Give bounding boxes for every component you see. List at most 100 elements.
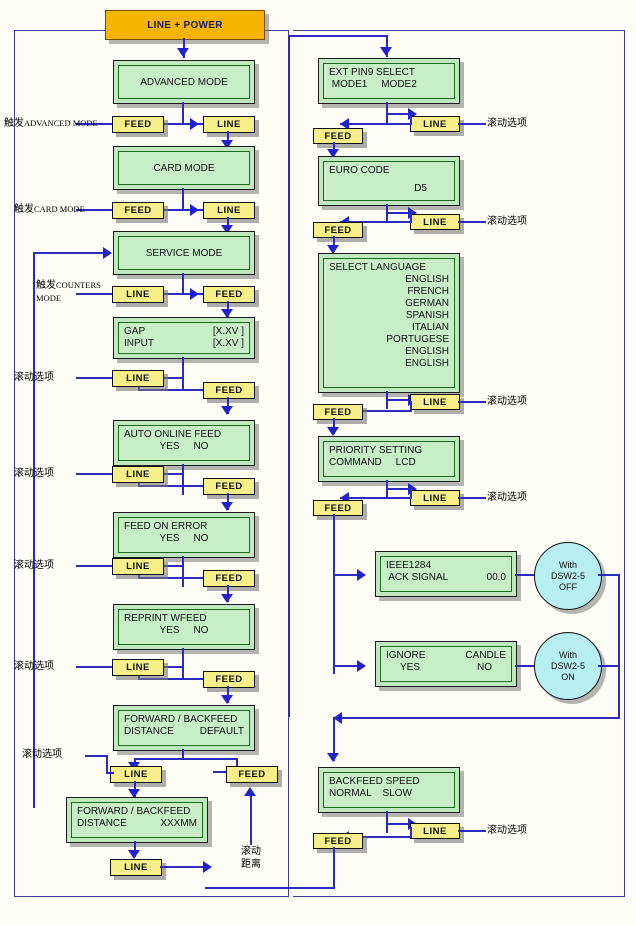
key-label: FEED bbox=[215, 481, 243, 492]
lcd-forward-backfeed-default: FORWARD / BACKFEED DISTANCE DEFAULT bbox=[113, 705, 255, 751]
extpin9-line1: EXT PIN9 SELECT bbox=[329, 67, 415, 78]
key-line-backfeed[interactable]: LINE bbox=[410, 823, 460, 839]
reprint-line1: REPRINT WFEED bbox=[124, 613, 207, 624]
key-line-feed-on-error[interactable]: LINE bbox=[112, 558, 164, 575]
connector-scroll-gap bbox=[76, 377, 112, 379]
label-scroll-options-language: 滚动选项 bbox=[487, 395, 527, 408]
priority-line1: PRIORITY SETTING bbox=[329, 445, 423, 456]
gap-line1-right: [X.XV ] bbox=[212, 326, 244, 337]
scroll-options-text: 滚动选项 bbox=[487, 216, 527, 227]
fwdback-distance-line2-right: XXXMM bbox=[160, 818, 197, 829]
start-line-power: LINE + POWER bbox=[105, 10, 265, 40]
key-feed-service[interactable]: FEED bbox=[203, 286, 255, 303]
key-label: LINE bbox=[126, 561, 150, 572]
connector-feed-branch-v bbox=[333, 514, 335, 674]
label-scroll-options-extpin9: 滚动选项 bbox=[487, 117, 527, 130]
key-feed-fwdback[interactable]: FEED bbox=[226, 766, 278, 783]
flowchart-canvas: LINE + POWER ADVANCED MODE FEED LINE 触发A… bbox=[0, 0, 636, 925]
feed-on-error-line2: YES NO bbox=[159, 533, 209, 544]
arrow-right-service-feed bbox=[190, 288, 199, 300]
key-feed-extpin9[interactable]: FEED bbox=[313, 128, 363, 144]
arrow-down-to-fwdback bbox=[221, 695, 233, 704]
fwdback-default-line1: FORWARD / BACKFEED bbox=[124, 714, 238, 725]
ignore-line2-right: NO bbox=[477, 662, 492, 673]
scroll-options-text: 滚动选项 bbox=[14, 372, 54, 383]
language-option: FRENCH bbox=[407, 286, 449, 297]
key-feed-card[interactable]: FEED bbox=[112, 202, 164, 219]
key-line-advanced[interactable]: LINE bbox=[203, 116, 255, 133]
key-line-language[interactable]: LINE bbox=[410, 394, 460, 410]
ieee-line2-left: ACK SIGNAL bbox=[386, 572, 449, 583]
connector-eurocode-elbow bbox=[410, 212, 412, 223]
connector-language-elbow bbox=[410, 401, 412, 412]
connector-feederror-line-return bbox=[138, 577, 184, 579]
connector-scroll-autoonline bbox=[76, 473, 112, 475]
lcd-card-mode: CARD MODE bbox=[113, 146, 255, 190]
label-trigger-advanced-mode: 触发ADVANCED MODE bbox=[4, 117, 98, 130]
key-label: FEED bbox=[215, 573, 243, 584]
connector-circle-on-out bbox=[598, 665, 620, 667]
connector-backfeed-elbow bbox=[410, 827, 412, 838]
key-line-fwdback[interactable]: LINE bbox=[110, 766, 162, 783]
key-line-gap[interactable]: LINE bbox=[112, 370, 164, 387]
ieee-line1: IEEE1284 bbox=[386, 560, 432, 571]
arrow-down-start bbox=[177, 48, 189, 57]
connector-card-down bbox=[182, 188, 184, 210]
key-line-card[interactable]: LINE bbox=[203, 202, 255, 219]
connector-scroll-feederror bbox=[76, 565, 112, 567]
key-label: LINE bbox=[124, 862, 148, 873]
connector-scroll-distance-v bbox=[250, 795, 252, 845]
arrow-right-ieee bbox=[357, 569, 366, 581]
connector-scroll-backfeed bbox=[458, 830, 486, 832]
arrow-down-priority bbox=[327, 427, 339, 436]
key-feed-reprint[interactable]: FEED bbox=[203, 671, 255, 688]
key-feed-auto-online[interactable]: FEED bbox=[203, 478, 255, 495]
connector-extpin9-line-return bbox=[340, 123, 412, 125]
scroll-options-text: 滚动选项 bbox=[487, 825, 527, 836]
key-feed-feed-on-error[interactable]: FEED bbox=[203, 570, 255, 587]
key-feed-advanced[interactable]: FEED bbox=[112, 116, 164, 133]
key-feed-gap[interactable]: FEED bbox=[203, 382, 255, 399]
scroll-distance-line1: 滚动 bbox=[241, 846, 261, 857]
ignore-line2-left: YES bbox=[400, 662, 421, 673]
trigger-counters-en2: MODE bbox=[36, 293, 62, 303]
connector-priority-line-return bbox=[340, 497, 412, 499]
scroll-options-text: 滚动选项 bbox=[14, 468, 54, 479]
key-label: LINE bbox=[126, 373, 150, 384]
key-line-eurocode[interactable]: LINE bbox=[410, 214, 460, 230]
fwdback-default-line2-right: DEFAULT bbox=[199, 726, 244, 737]
fwdback-default-line2-left: DISTANCE bbox=[124, 726, 174, 737]
connector-loop-left-into-service bbox=[33, 252, 105, 254]
connector-scroll-eurocode bbox=[458, 221, 486, 223]
extpin9-line2: MODE1 MODE2 bbox=[329, 79, 417, 90]
key-feed-language[interactable]: FEED bbox=[313, 404, 363, 420]
lcd-ieee1284: IEEE1284 ACK SIGNAL 00.0 bbox=[375, 551, 517, 597]
key-line-reprint[interactable]: LINE bbox=[112, 659, 164, 676]
connector-feederror-down bbox=[182, 556, 184, 587]
key-line-auto-online[interactable]: LINE bbox=[112, 466, 164, 483]
lcd-reprint-wfeed: REPRINT WFEED YES NO bbox=[113, 604, 255, 650]
language-option: ENGLISH bbox=[405, 346, 449, 357]
key-line-extpin9[interactable]: LINE bbox=[410, 116, 460, 132]
backfeed-line1: BACKFEED SPEED bbox=[329, 776, 420, 787]
connector-advanced-down bbox=[182, 102, 184, 124]
key-label: FEED bbox=[324, 224, 352, 236]
key-label: LINE bbox=[423, 118, 447, 130]
lcd-priority-setting: PRIORITY SETTING COMMAND LCD bbox=[318, 436, 460, 482]
lcd-backfeed-speed: BACKFEED SPEED NORMAL SLOW bbox=[318, 767, 460, 813]
circle-dsw2-5-off: With DSW2-5 OFF bbox=[534, 542, 602, 610]
connector-service-down bbox=[182, 273, 184, 294]
lcd-gap-input: GAP [X.XV ] INPUT [X.XV ] bbox=[113, 317, 255, 359]
key-line-priority[interactable]: LINE bbox=[410, 490, 460, 506]
key-line-service[interactable]: LINE bbox=[112, 286, 164, 303]
lcd-feed-on-error: FEED ON ERROR YES NO bbox=[113, 512, 255, 558]
label-scroll-options-auto-online: 滚动选项 bbox=[14, 467, 54, 480]
key-label: LINE bbox=[126, 662, 150, 673]
key-feed-backfeed[interactable]: FEED bbox=[313, 833, 363, 849]
gap-line2-right: [X.XV ] bbox=[212, 338, 244, 349]
trigger-card-cn: 触发 bbox=[14, 204, 34, 215]
key-feed-eurocode[interactable]: FEED bbox=[313, 222, 363, 238]
key-line-distance[interactable]: LINE bbox=[110, 859, 162, 876]
key-feed-priority[interactable]: FEED bbox=[313, 500, 363, 516]
trigger-advanced-cn: 触发 bbox=[4, 118, 24, 129]
